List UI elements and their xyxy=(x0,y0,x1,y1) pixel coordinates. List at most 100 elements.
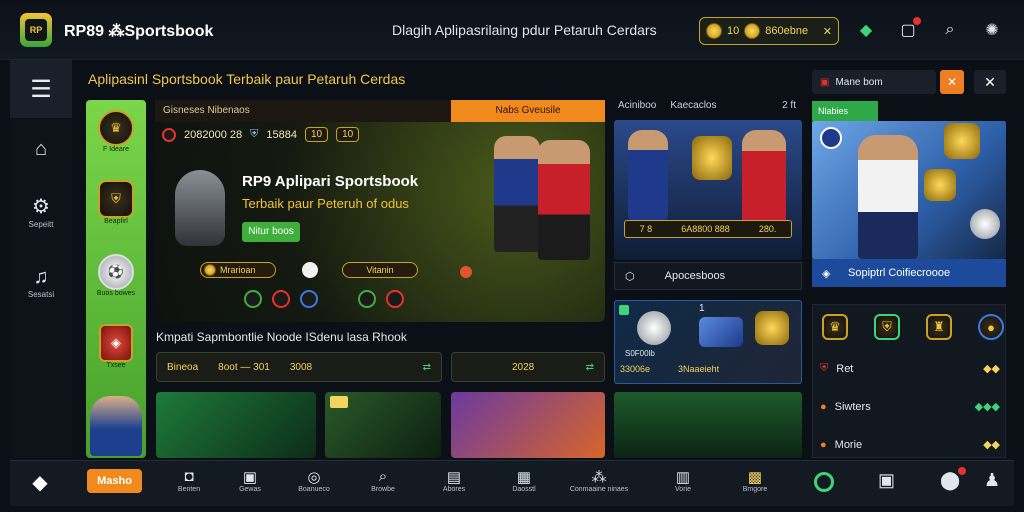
close-icon: ✕ xyxy=(946,75,958,89)
odds-chip[interactable]: Vitanin xyxy=(342,262,418,278)
music-icon: ♫ xyxy=(33,266,49,288)
sports-icon[interactable]: ◆ xyxy=(856,20,876,40)
nav-item[interactable]: ▦ Daosstl xyxy=(489,468,559,493)
chat-icon: ◘ xyxy=(184,468,194,485)
diamond-icon: ◈ xyxy=(822,267,831,280)
tab-featured[interactable]: Gisneses Nibenaos xyxy=(155,100,451,122)
nav-item[interactable]: ▩ Bmgore xyxy=(720,468,790,493)
settings-icon: ⚙ xyxy=(32,196,50,218)
bet-bar[interactable]: Bineoa 8oot — 301 3008 ⇄ xyxy=(156,352,442,382)
list-item[interactable]: ● Morie ◆◆ xyxy=(820,438,1000,452)
nav-item[interactable]: ▣ Gewas xyxy=(215,468,285,493)
club-icon xyxy=(820,127,842,149)
tab-news[interactable]: Nabs Gveusile xyxy=(451,100,605,122)
wallet-icon[interactable]: ▣ xyxy=(878,470,895,491)
hero-title: RP9 Aplipari Sportsbook xyxy=(242,173,419,190)
club-icon[interactable] xyxy=(358,290,376,308)
coin-icon xyxy=(204,264,216,276)
lion-badge-icon[interactable]: ♜ xyxy=(926,314,952,340)
nav-item[interactable]: ⌕ Browbe xyxy=(348,468,418,493)
match-card[interactable] xyxy=(156,392,316,458)
arrows-icon[interactable]: ⇄ xyxy=(423,362,431,373)
odds-bar[interactable]: 7 8 6A8800 888 280. xyxy=(624,220,792,238)
league-item[interactable]: ⚽ Buos bowes xyxy=(86,254,146,297)
header-label: 2 ft xyxy=(782,100,796,111)
location-icon[interactable]: ⬤ xyxy=(940,467,967,491)
nav-item[interactable]: ▤ Abores xyxy=(419,468,489,493)
nav-item[interactable]: ⁂ Conmaaine ninaes xyxy=(564,468,634,493)
club-icon: ● xyxy=(820,438,827,451)
notification-icon[interactable]: ▢ xyxy=(898,17,921,40)
crown-badge-icon[interactable]: ♛ xyxy=(822,314,848,340)
section-footer[interactable]: ⬡ Apocesboos xyxy=(614,262,802,290)
league-item[interactable]: ◈ Txsee xyxy=(86,324,146,369)
match-card[interactable] xyxy=(451,392,605,458)
nav-item-active[interactable]: Masho xyxy=(87,469,142,493)
wallet-balance[interactable]: 10 860ebne ✕ xyxy=(699,17,839,45)
hero-cta-button[interactable]: Nitur boos xyxy=(242,222,300,242)
shield-icon: ⬡ xyxy=(625,270,635,283)
league-item[interactable]: ♛ F Ideare xyxy=(86,110,146,153)
arrows-icon[interactable]: ⇄ xyxy=(586,362,594,373)
league-item[interactable]: ⛨ Beapfirl xyxy=(86,180,146,225)
card-stats: 33006e 3Naaeieht xyxy=(620,364,796,380)
club-icon xyxy=(162,127,176,142)
promo-banner[interactable] xyxy=(812,121,1006,259)
club-icon[interactable] xyxy=(272,290,290,308)
odds-pill[interactable]: 10 xyxy=(336,127,360,142)
bet-slip-input[interactable]: ▣ Mane bom xyxy=(812,70,936,94)
bet-bar[interactable]: 2028 ⇄ xyxy=(451,352,605,382)
match-banner[interactable] xyxy=(614,120,802,260)
balance-right: 860ebne xyxy=(765,25,809,37)
home-button[interactable]: ◆ xyxy=(22,470,58,496)
list-item[interactable]: ● Siwters ◆◆◆ xyxy=(820,400,1000,414)
league-label: Beapfirl xyxy=(104,218,128,225)
club-icon[interactable] xyxy=(386,290,404,308)
league-label: Buos bowes xyxy=(96,290,136,297)
nav-label: Daosstl xyxy=(512,486,536,493)
nav-item[interactable]: ◎ Boanueco xyxy=(279,468,349,493)
user-icon[interactable]: ♟ xyxy=(984,470,1000,491)
club-icon[interactable] xyxy=(300,290,318,308)
close-icon[interactable]: ✕ xyxy=(823,25,832,38)
rail-item-music[interactable]: ♫ Sesatsi xyxy=(10,264,72,299)
tab-mobiles[interactable]: Nlabies xyxy=(812,101,878,121)
close-icon: ✕ xyxy=(984,73,996,90)
menu-button[interactable]: ☰ xyxy=(10,60,72,118)
tag-icon xyxy=(330,396,348,408)
score-mid: 15884 xyxy=(266,128,297,141)
clear-button[interactable]: ✕ xyxy=(940,70,964,94)
shield-badge-icon[interactable]: ⛨ xyxy=(874,314,900,340)
rail-item-settings[interactable]: ⚙ Sepeitt xyxy=(10,194,72,229)
app-logo[interactable]: RP xyxy=(20,13,52,47)
nav-label: Benten xyxy=(177,486,201,493)
coin-icon xyxy=(744,23,761,39)
club-icon[interactable] xyxy=(244,290,262,308)
list-item[interactable]: ⛨ Ret ◆◆ xyxy=(820,362,1000,375)
rail-item-home[interactable]: ⌂ xyxy=(10,136,72,162)
section-header: Aciniboo Kaecaclos 2 ft xyxy=(614,100,802,120)
match-card[interactable] xyxy=(614,392,802,458)
list-item-label: Ret xyxy=(836,362,854,375)
player-image xyxy=(90,396,142,456)
promo-line: Kmpati Sapmbontlie Noode ISdenu lasa Rho… xyxy=(156,330,407,344)
nav-item[interactable]: ▥ Vorie xyxy=(648,468,718,493)
odds-chip[interactable]: Mrarioan xyxy=(200,262,276,278)
badges-icon: ◆◆ xyxy=(983,439,1000,451)
odds-pill[interactable]: 10 xyxy=(304,127,329,142)
nav-item[interactable]: ◘ Benten xyxy=(154,468,224,493)
refresh-icon[interactable] xyxy=(814,472,834,492)
search-icon[interactable]: ⌕ xyxy=(940,20,960,40)
club-badge-icon[interactable]: ● xyxy=(978,314,1004,340)
close-button[interactable]: ✕ xyxy=(974,70,1006,94)
tag-icon xyxy=(619,305,629,315)
shield-badge-icon: ⛨ xyxy=(98,180,134,218)
nav-label: Vorie xyxy=(675,486,691,493)
promo-footer[interactable]: ◈ Sopiptrl Coifiecroooe xyxy=(812,259,1006,287)
trophy-icon: ▥ xyxy=(675,469,691,486)
football-icon xyxy=(637,311,671,345)
target-icon: ◎ xyxy=(307,469,321,486)
football-icon xyxy=(302,262,318,278)
promo-footer-label: Sopiptrl Coifiecroooe xyxy=(848,267,951,279)
settings-icon[interactable]: ✺ xyxy=(982,20,1002,40)
